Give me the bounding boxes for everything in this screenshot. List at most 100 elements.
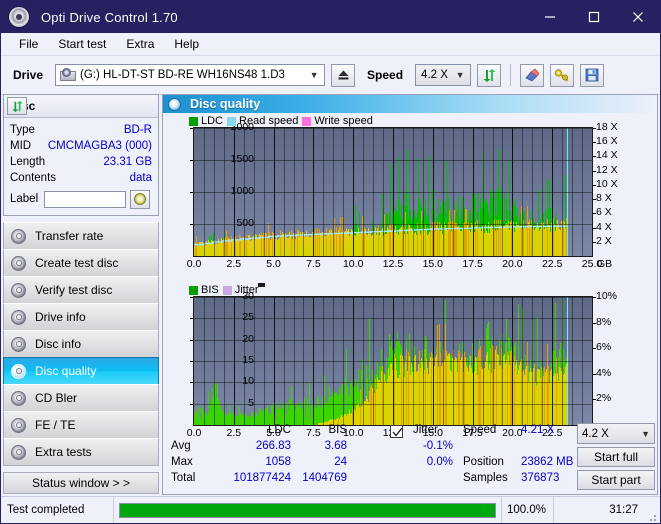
menu-extra[interactable]: Extra: [116, 35, 164, 53]
disc-label-row: Label: [10, 188, 152, 210]
ldc-chart-legend: LDC Read speed Write speed: [189, 115, 373, 127]
disc-info-panel: Disc Type BD-R MID CMCM: [3, 94, 159, 216]
chevron-down-icon: ▼: [455, 70, 465, 80]
disc-icon: [134, 193, 147, 205]
legend-item: Write speed: [302, 115, 373, 127]
stats-bis-avg: 3.68: [324, 440, 347, 452]
legend-marker: [258, 283, 265, 287]
disc-quality-panel: Disc quality LDC Read speed Write speed 50…: [162, 94, 658, 495]
sidebar-item-create-test-disc[interactable]: Create test disc: [3, 249, 159, 277]
y-axis-tickmark: [190, 160, 193, 161]
close-icon[interactable]: [616, 1, 660, 33]
sidebar-item-drive-info[interactable]: Drive info: [3, 303, 159, 331]
status-window-button[interactable]: Status window > >: [3, 472, 159, 494]
x-axis-tick: 5.0: [266, 258, 281, 270]
save-button[interactable]: [580, 63, 605, 87]
stats-samples-label: Samples: [463, 472, 508, 484]
status-bar: Test completed 100.0% 31:27: [1, 496, 660, 523]
start-part-button[interactable]: Start part: [577, 470, 655, 490]
y2-axis-tickmark: [593, 156, 596, 158]
bis-chart-legend: BIS Jitter: [189, 284, 259, 296]
main-content: Disc Type BD-R MID CMCM: [1, 94, 660, 495]
sidebar-item-label: Transfer rate: [35, 229, 104, 243]
disc-label-input[interactable]: [44, 190, 127, 208]
refresh-button[interactable]: [477, 63, 502, 87]
start-full-button[interactable]: Start full: [577, 447, 655, 467]
y-axis-tickmark: [190, 297, 193, 298]
jitter-label: Jitter: [413, 424, 438, 436]
progress-bar-fill: [120, 503, 495, 517]
disc-row-contents-key: Contents: [10, 172, 57, 184]
maximize-icon[interactable]: [572, 1, 616, 33]
drive-select[interactable]: (G:) HL-DT-ST BD-RE WH16NS48 1.D3 ▼: [55, 64, 326, 86]
y2-axis-tickmark: [593, 184, 596, 186]
sidebar-item-fe-te[interactable]: FE / TE: [3, 411, 159, 439]
toolbar-separator: [510, 64, 512, 86]
eraser-button[interactable]: [520, 63, 545, 87]
y2-axis-tickmark: [593, 170, 596, 172]
menu-start-test[interactable]: Start test: [48, 35, 116, 53]
y-axis-tickmark: [190, 318, 193, 320]
legend-swatch: [227, 116, 237, 126]
menu-help[interactable]: Help: [164, 35, 209, 53]
legend-swatch: [189, 285, 198, 295]
sidebar-item-extra-tests[interactable]: Extra tests: [3, 438, 159, 466]
disc-row-type-key: Type: [10, 124, 35, 136]
sidebar-item-disc-info[interactable]: Disc info: [3, 330, 159, 358]
y2-axis-tickmark: [593, 227, 596, 229]
disc-icon: [11, 282, 26, 298]
stats-row-avg: Avg: [171, 440, 191, 452]
disc-label-key: Label: [10, 193, 39, 205]
sidebar-item-disc-quality[interactable]: Disc quality: [3, 357, 159, 385]
y2-axis-tickmark: [593, 399, 596, 401]
disc-icon: [11, 228, 26, 244]
stats-ldc-total: 101877424: [233, 472, 291, 484]
x-axis-tick: 7.5: [306, 258, 321, 270]
x-axis-tick: 22.5: [541, 258, 563, 270]
drive-toolbar: Drive (G:) HL-DT-ST BD-RE WH16NS48 1.D3 …: [1, 56, 660, 95]
x-axis-tick: 10.0: [342, 258, 364, 270]
resize-grip[interactable]: [646, 497, 660, 523]
x-axis-tick: 17.5: [462, 258, 483, 270]
jitter-checkbox[interactable]: [390, 425, 403, 438]
legend-label: Write speed: [314, 115, 373, 127]
drive-label: Drive: [13, 68, 44, 82]
sidebar-item-transfer-rate[interactable]: Transfer rate: [3, 222, 159, 250]
page-title: Disc quality: [190, 97, 261, 111]
sidebar-item-verify-test-disc[interactable]: Verify test disc: [3, 276, 159, 304]
stats-ldc-max: 1058: [265, 456, 291, 468]
statistics-panel: LDC BIS Avg Max Total 266.83 1058 101877…: [163, 422, 657, 494]
y2-axis-tick: 14 X: [596, 149, 618, 162]
progress-container: [114, 497, 502, 523]
speed-label: Speed: [367, 68, 404, 82]
stats-ldc-avg: 266.83: [255, 440, 291, 452]
key-button[interactable]: [550, 63, 575, 87]
disc-row-type: Type BD-R: [10, 122, 152, 138]
legend-item: Read speed: [227, 115, 298, 127]
legend-item: Jitter: [222, 284, 259, 296]
legend-label: Read speed: [239, 115, 299, 127]
y2-axis-tick: 16 X: [596, 135, 618, 148]
disc-row-mid-value: CMCMAGBA3 (000): [47, 140, 152, 152]
menu-file[interactable]: File: [9, 35, 48, 53]
y2-axis-tickmark: [593, 213, 596, 215]
disc-row-length-key: Length: [10, 156, 46, 168]
test-speed-select-value: 4.2 X: [582, 427, 609, 440]
test-speed-select[interactable]: 4.2 X ▼: [577, 423, 655, 444]
sidebar-item-label: Create test disc: [35, 256, 119, 270]
legend-label: LDC: [201, 115, 224, 127]
minimize-icon[interactable]: [528, 1, 572, 33]
disc-icon: [11, 444, 26, 460]
y-axis-tickmark: [190, 382, 193, 384]
x-axis-tick: 20.0: [502, 258, 523, 270]
y-axis-tickmark: [190, 128, 193, 129]
eject-button[interactable]: [331, 63, 356, 87]
stats-jitter-max: 0.0%: [426, 456, 453, 468]
disc-label-button[interactable]: [130, 189, 151, 209]
speed-select[interactable]: 4.2 X ▼: [415, 64, 472, 86]
y2-axis-tick: 12 X: [596, 163, 618, 176]
disc-refresh-button[interactable]: [7, 97, 27, 115]
y2-axis-tick: 4%: [596, 366, 612, 379]
y2-axis-tickmark: [593, 241, 596, 243]
sidebar-item-cd-bler[interactable]: CD Bler: [3, 384, 159, 412]
